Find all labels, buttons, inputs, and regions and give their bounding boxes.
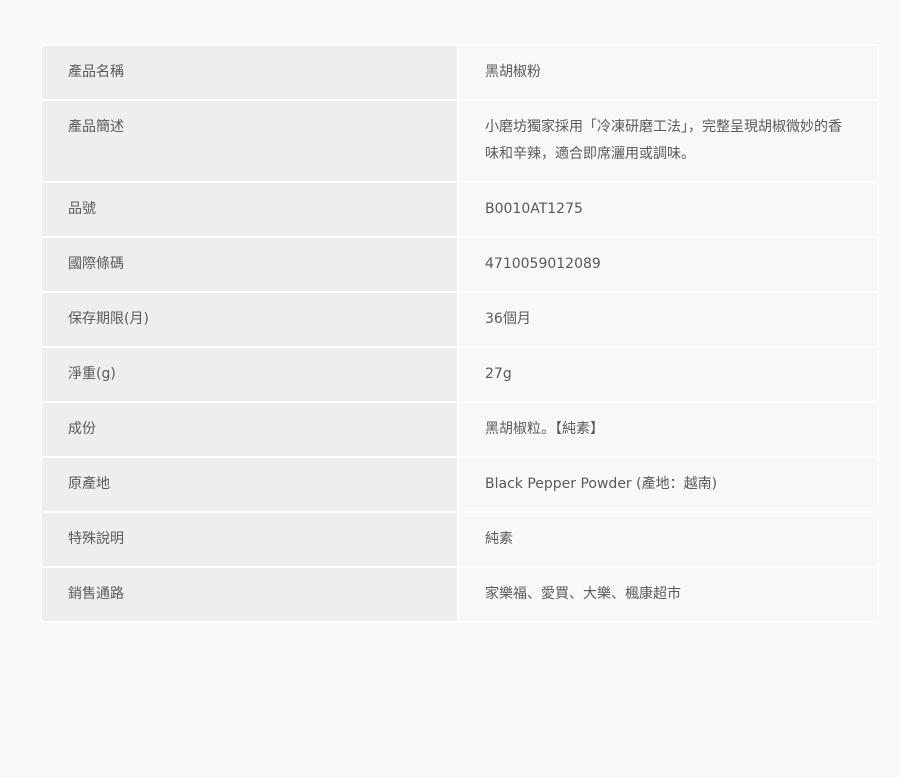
- spec-label: 國際條碼: [41, 238, 459, 293]
- spec-label: 保存期限(月): [41, 293, 459, 348]
- spec-value: 家樂福、愛買、大樂、楓康超市: [459, 568, 879, 623]
- spec-value: 4710059012089: [459, 238, 879, 293]
- spec-row-origin: 原產地 Black Pepper Powder (產地：越南): [41, 458, 879, 513]
- spec-label: 產品簡述: [41, 101, 459, 183]
- spec-value: 純素: [459, 513, 879, 568]
- spec-label: 產品名稱: [41, 44, 459, 101]
- spec-row-ingredients: 成份 黑胡椒粒。【純素】: [41, 403, 879, 458]
- spec-row-net-weight: 淨重(g) 27g: [41, 348, 879, 403]
- spec-row-sales-channels: 銷售通路 家樂福、愛買、大樂、楓康超市: [41, 568, 879, 623]
- spec-label: 淨重(g): [41, 348, 459, 403]
- spec-label: 特殊說明: [41, 513, 459, 568]
- spec-value: B0010AT1275: [459, 183, 879, 238]
- spec-row-special-notes: 特殊說明 純素: [41, 513, 879, 568]
- product-spec-table: 產品名稱 黑胡椒粉 產品簡述 小磨坊獨家採用「冷凍研磨工法」，完整呈現胡椒微妙的…: [41, 44, 879, 623]
- spec-value: 黑胡椒粉: [459, 44, 879, 101]
- spec-value: 27g: [459, 348, 879, 403]
- spec-label: 品號: [41, 183, 459, 238]
- spec-row-shelf-life: 保存期限(月) 36個月: [41, 293, 879, 348]
- spec-value: 小磨坊獨家採用「冷凍研磨工法」，完整呈現胡椒微妙的香味和辛辣，適合即席灑用或調味…: [459, 101, 879, 183]
- spec-label: 銷售通路: [41, 568, 459, 623]
- spec-row-barcode: 國際條碼 4710059012089: [41, 238, 879, 293]
- spec-value: 36個月: [459, 293, 879, 348]
- spec-row-product-description: 產品簡述 小磨坊獨家採用「冷凍研磨工法」，完整呈現胡椒微妙的香味和辛辣，適合即席…: [41, 101, 879, 183]
- spec-value: Black Pepper Powder (產地：越南): [459, 458, 879, 513]
- spec-label: 原產地: [41, 458, 459, 513]
- spec-label: 成份: [41, 403, 459, 458]
- spec-row-item-number: 品號 B0010AT1275: [41, 183, 879, 238]
- spec-value: 黑胡椒粒。【純素】: [459, 403, 879, 458]
- spec-row-product-name: 產品名稱 黑胡椒粉: [41, 44, 879, 101]
